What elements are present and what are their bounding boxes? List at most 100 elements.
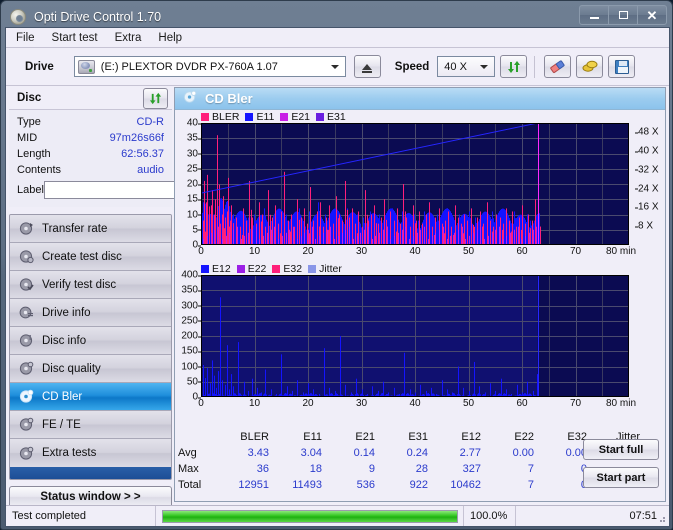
right-tick-label: 8 X [634,220,654,232]
start-part-button[interactable]: Start part [583,467,659,488]
speed-select[interactable]: 40 X [437,56,496,77]
upper-plot-area[interactable]: 0 5 10 15 20 25 30 35 40 8 X 16 X 24 X 32 X 40 X 48 X [175,118,665,251]
maximize-button[interactable] [608,5,638,25]
sidebar-item-drive-info[interactable]: Drive info [10,299,171,327]
refresh-button[interactable] [500,55,528,78]
toolbar-divider [534,55,536,78]
disc-speed-icon [19,221,34,236]
stats-cell: 0.24 [406,447,428,459]
disc-row-type: Type CD-R [17,114,164,130]
sidebar-item-cd-bler[interactable]: CD Bler [10,383,171,411]
x-tick-label: 30 [355,246,368,257]
right-tick-label: 32 X [635,164,659,176]
legend-item-e21: E21 [280,111,310,123]
stats-cell: 9 [368,463,375,475]
sidebar-item-disc-quality[interactable]: Disc quality [10,355,171,383]
sidebar-item-disc-info[interactable]: Disc info [10,327,171,355]
sidebar-item-extra-tests[interactable]: Extra tests [10,439,171,467]
y-tick-label: 5 [192,224,201,236]
lower-x-axis: 0 10 20 30 40 50 60 70 80 min [175,397,665,411]
coins-button[interactable] [576,55,604,78]
sidebar-item-fe-te[interactable]: FE / TE [10,411,171,439]
window-title: Opti Drive Control 1.70 [34,10,162,24]
stats-cell: 18 [309,463,322,475]
disc-info-box: Type CD-R MID 97m26s66f Length 62:56.37 … [9,109,243,207]
legend-label-e11: E11 [256,110,275,123]
sidebar-label-extra-tests: Extra tests [42,447,97,459]
minimize-button[interactable] [579,5,609,25]
cd-disc-icon [10,9,26,25]
stats-cell: 3.04 [300,447,322,459]
eject-icon [362,63,373,73]
disc-refresh-button[interactable] [143,87,168,109]
sidebar-label-disc-quality: Disc quality [42,362,101,375]
stats-cell: 327 [462,463,481,475]
sidebar-label-transfer-rate: Transfer rate [42,222,108,235]
y-tick-label: 150 [181,345,201,357]
x-tick-label: 0 [198,398,204,409]
resize-grip[interactable] [655,512,667,524]
drive-icon [77,59,95,74]
nav-list-filler [10,467,171,479]
stats-cell: 2.77 [459,447,481,459]
disc-value-length: 62:56.37 [121,148,164,160]
menu-item-start-test[interactable]: Start test [52,32,98,44]
menu-item-extra[interactable]: Extra [115,32,142,44]
disc-value-contents: audio [137,164,164,176]
eject-button[interactable] [353,55,381,78]
start-full-button[interactable]: Start full [583,439,659,460]
legend-label-e21: E21 [291,110,311,123]
close-button[interactable]: ✕ [637,5,667,25]
body-area: Disc Type CD-R MID 97m26s66f Length 62:5… [6,85,669,508]
menu-item-help[interactable]: Help [158,32,182,44]
lower-plot-area[interactable]: 0 50 100 150 200 250 300 350 400 [175,270,665,403]
y-tick-label: 250 [181,315,201,327]
fe-te-icon [19,417,34,432]
disc-key-mid: MID [17,132,38,144]
maximize-icon [618,11,628,19]
x-tick-label: 40 [409,246,421,257]
y-tick-label: 100 [181,361,201,372]
lower-plot-canvas[interactable] [201,275,629,397]
y-tick-label: 25 [186,163,202,175]
legend-swatch-e21 [280,112,289,121]
content-title: CD Bler [205,91,253,106]
disc-key-type: Type [17,116,41,128]
stats-cell: 0.14 [353,447,375,459]
upper-chart: BLER E11 E21 E31 0 5 10 15 20 25 30 35 40 8 X 16 … [175,110,665,259]
status-message: Test completed [6,506,156,526]
coins-icon [582,59,598,74]
drive-info-icon [19,305,34,320]
disc-row-contents: Contents audio [17,162,164,178]
stats-cell: 0.00 [512,447,534,459]
legend-label-e32: E32 [283,262,303,275]
stats-column-header: E22 [514,431,534,443]
menu-item-file[interactable]: File [16,32,35,44]
stats-cell: 922 [409,479,428,491]
erase-button[interactable] [544,55,572,78]
stats-column-header: E31 [408,431,428,443]
upper-plot-canvas[interactable] [201,123,629,245]
drive-select[interactable]: (E:) PLEXTOR DVDR PX-760A 1.07 [73,56,346,77]
upper-y-axis: 0 5 10 15 20 25 30 35 40 [175,118,202,251]
title-bar: Opti Drive Control 1.70 ✕ [5,5,668,29]
y-tick-label: 300 [181,300,201,311]
disc-check-icon [19,277,34,292]
x-tick-label: 60 [516,246,528,257]
y-tick-label: 35 [186,132,202,144]
x-tick-label: 20 [302,246,314,257]
x-tick-label: 0 [198,246,204,257]
statistics-panel: BLER E11 E21 E31 E12 E22 E32 Jitter Avg 3.43 3.04 0… [175,429,665,501]
x-tick-label: 80 min [605,246,637,257]
lower-chart-legend: E12 E22 E32 Jitter [175,262,665,275]
save-button[interactable] [608,55,636,78]
stats-cell: 36 [256,463,269,475]
sidebar-item-verify-test-disc[interactable]: Verify test disc [10,271,171,299]
disc-burn-icon [19,249,34,264]
sidebar-item-create-test-disc[interactable]: Create test disc [10,243,171,271]
stats-cell: 3.43 [247,447,269,459]
stats-row-label: Max [178,463,199,475]
sidebar-item-transfer-rate[interactable]: Transfer rate [10,215,171,243]
progress-bar [161,509,458,523]
disc-info-icon [19,333,34,348]
